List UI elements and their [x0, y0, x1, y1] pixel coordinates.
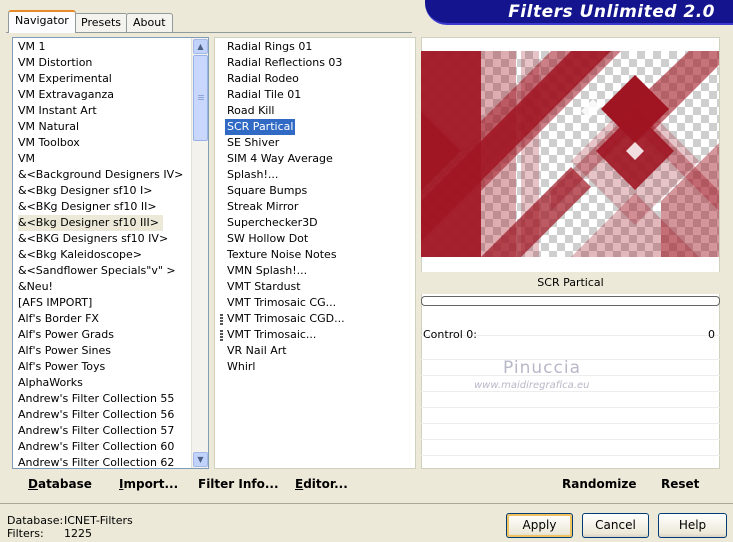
filter-item[interactable]: Road Kill — [227, 103, 274, 119]
database-button[interactable]: Database — [28, 477, 92, 491]
category-item[interactable]: VM Distortion — [18, 55, 92, 71]
filter-item[interactable]: VMT Trimosaic... — [227, 327, 316, 343]
control-slot — [421, 408, 720, 424]
category-item[interactable]: VM Instant Art — [18, 103, 97, 119]
preview-image — [421, 51, 719, 257]
category-item[interactable]: Alf's Power Sines — [18, 343, 111, 359]
filter-item[interactable]: VMT Trimosaic CGD... — [227, 311, 345, 327]
cancel-button[interactable]: Cancel — [582, 513, 649, 538]
category-item[interactable]: Alf's Border FX — [18, 311, 99, 327]
control-0-label: Control 0: — [423, 328, 477, 341]
filter-item[interactable]: Texture Noise Notes — [227, 247, 337, 263]
filter-item[interactable]: SW Hollow Dot — [227, 231, 308, 247]
filter-item[interactable]: SIM 4 Way Average — [227, 151, 333, 167]
control-slot — [421, 440, 720, 456]
progress-bar — [421, 296, 720, 306]
footer-separator — [0, 503, 733, 504]
database-value: ICNET-Filters — [64, 514, 133, 527]
filter-item[interactable]: VMT Trimosaic CG... — [227, 295, 336, 311]
reset-button[interactable]: Reset — [661, 477, 699, 491]
category-item[interactable]: &<Background Designers IV> — [18, 167, 183, 183]
filters-count: 1225 — [64, 527, 92, 540]
category-item[interactable]: &Neu! — [18, 279, 53, 295]
filters-label: Filters: — [7, 527, 44, 540]
category-item[interactable]: [AFS IMPORT] — [18, 295, 92, 311]
category-item[interactable]: VM 1 — [18, 39, 46, 55]
filter-item[interactable]: VMN Splash!... — [227, 263, 307, 279]
category-item[interactable]: Andrew's Filter Collection 55 — [18, 391, 174, 407]
category-item[interactable]: Andrew's Filter Collection 62 — [18, 455, 174, 468]
selected-filter-name: SCR Partical — [421, 272, 720, 294]
database-info: Database: ICNET-Filters — [7, 514, 133, 527]
category-item[interactable]: Andrew's Filter Collection 60 — [18, 439, 174, 455]
filter-item[interactable]: VR Nail Art — [227, 343, 287, 359]
category-item[interactable]: &<Bkg Designer sf10 I> — [18, 183, 153, 199]
category-item[interactable]: VM Toolbox — [18, 135, 80, 151]
control-0-value: 0 — [708, 328, 715, 341]
app-title: Filters Unlimited 2.0 — [508, 2, 715, 22]
filter-item[interactable]: Splash!... — [227, 167, 278, 183]
category-item[interactable]: VM Experimental — [18, 71, 112, 87]
category-item[interactable]: Andrew's Filter Collection 57 — [18, 423, 174, 439]
category-item[interactable]: &<BKG Designers sf10 IV> — [18, 231, 168, 247]
filter-item[interactable]: Superchecker3D — [227, 215, 318, 231]
category-item[interactable]: Alf's Power Grads — [18, 327, 114, 343]
category-item[interactable]: VM — [18, 151, 35, 167]
filter-item[interactable]: Radial Tile 01 — [227, 87, 301, 103]
apply-button[interactable]: Apply — [506, 513, 573, 538]
category-item[interactable]: VM Extravaganza — [18, 87, 114, 103]
category-list-scrollbar[interactable]: ▲ ▼ — [191, 38, 208, 468]
tab-about[interactable]: About — [126, 13, 173, 32]
watermark-name: Pinuccia — [503, 358, 581, 378]
filter-item[interactable]: VMT Stardust — [227, 279, 301, 295]
database-label: Database: — [7, 514, 64, 527]
randomize-button[interactable]: Randomize — [562, 477, 636, 491]
tab-presets[interactable]: Presets — [74, 13, 129, 32]
category-item[interactable]: &<Bkg Designer sf10 III> — [18, 215, 164, 231]
filter-item[interactable]: Radial Reflections 03 — [227, 55, 342, 71]
category-item[interactable]: &<BKg Designer sf10 II> — [18, 199, 157, 215]
watermark-site: www.maidiregrafica.eu — [474, 380, 590, 391]
category-item[interactable]: Alf's Power Toys — [18, 359, 105, 375]
tab-navigator[interactable]: Navigator — [8, 10, 76, 33]
filter-item[interactable]: SCR Partical — [225, 119, 296, 135]
help-button[interactable]: Help — [658, 513, 727, 538]
category-item[interactable]: VM Natural — [18, 119, 79, 135]
filter-item[interactable]: Radial Rings 01 — [227, 39, 312, 55]
filter-info-button[interactable]: Filter Info... — [198, 477, 279, 491]
scroll-thumb[interactable] — [193, 55, 208, 141]
filter-item[interactable]: Square Bumps — [227, 183, 307, 199]
filter-marker-icon — [220, 330, 223, 341]
scroll-down-button[interactable]: ▼ — [193, 452, 208, 467]
control-slot — [421, 392, 720, 408]
import-button[interactable]: Import... — [119, 477, 178, 491]
filter-list[interactable]: Radial Rings 01 Radial Reflections 03 Radi… — [214, 37, 416, 469]
scroll-up-button[interactable]: ▲ — [193, 39, 208, 54]
editor-button[interactable]: Editor... — [295, 477, 348, 491]
preview-artwork — [421, 51, 719, 257]
category-item[interactable]: &<Sandflower Specials"v" > — [18, 263, 176, 279]
category-item[interactable]: AlphaWorks — [18, 375, 83, 391]
filter-item[interactable]: SE Shiver — [227, 135, 279, 151]
filter-item[interactable]: Whirl — [227, 359, 255, 375]
filters-info: Filters: 1225 — [7, 527, 92, 540]
category-item[interactable]: &<Bkg Kaleidoscope> — [18, 247, 142, 263]
category-item[interactable]: Andrew's Filter Collection 56 — [18, 407, 174, 423]
control-slot — [421, 424, 720, 440]
filter-marker-icon — [220, 314, 223, 325]
category-list[interactable]: ▲ ▼ VM 1 VM Distortion VM Experimental VM E… — [12, 37, 209, 469]
filter-item[interactable]: Streak Mirror — [227, 199, 298, 215]
app-title-banner: Filters Unlimited 2.0 — [425, 0, 733, 25]
filter-item[interactable]: Radial Rodeo — [227, 71, 299, 87]
